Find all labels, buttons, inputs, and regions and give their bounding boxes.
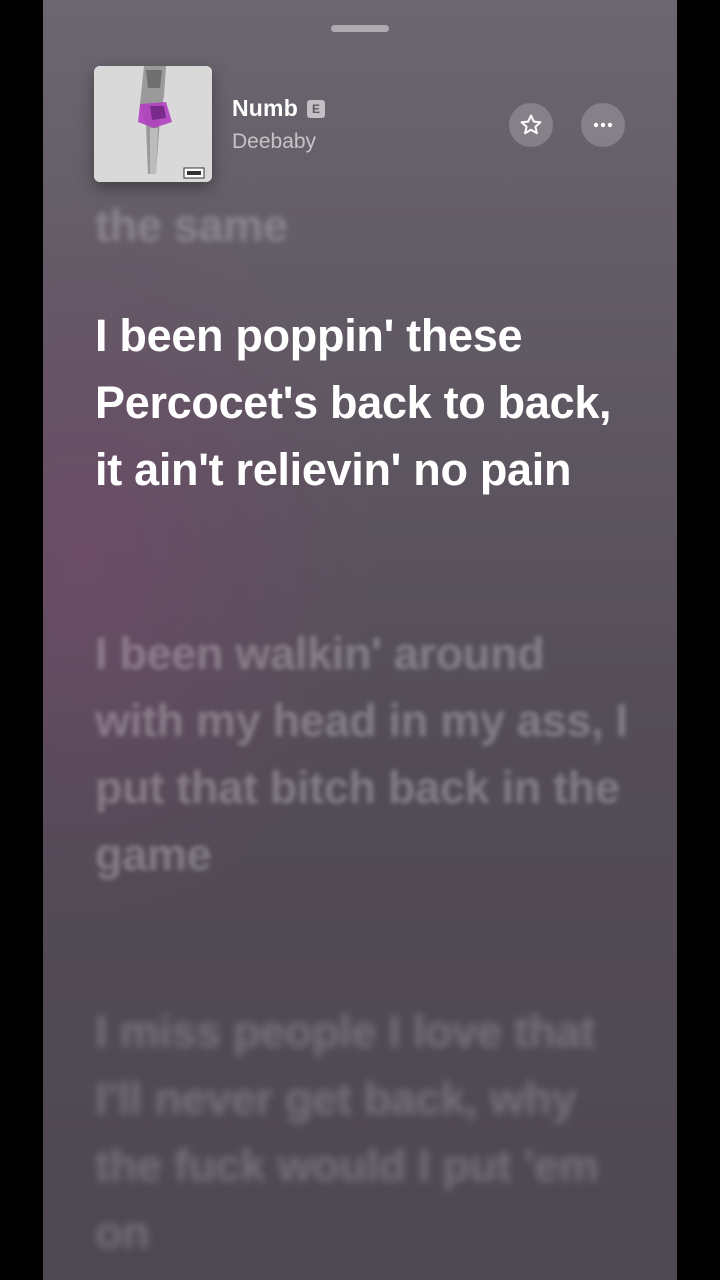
ellipsis-icon <box>593 122 613 128</box>
song-title-row: Numb E <box>232 95 325 122</box>
album-art[interactable] <box>94 66 212 182</box>
lyrics-screen: Numb E Deebaby the same I been poppin' t… <box>43 0 677 1280</box>
favorite-button[interactable] <box>509 103 553 147</box>
star-icon <box>520 114 542 135</box>
lyric-line-later[interactable]: I miss people I love that I'll never get… <box>95 998 645 1266</box>
album-cover-image <box>94 66 212 182</box>
artist-name[interactable]: Deebaby <box>232 130 316 154</box>
lyric-line-previous[interactable]: the same <box>95 192 645 259</box>
lyric-line-next[interactable]: I been walkin' around with my head in my… <box>95 620 645 888</box>
song-title[interactable]: Numb <box>232 95 298 122</box>
explicit-badge: E <box>306 99 325 118</box>
more-options-button[interactable] <box>581 103 625 147</box>
sheet-grabber-handle[interactable] <box>331 25 389 32</box>
lyric-line-current[interactable]: I been poppin' these Percocet's back to … <box>95 302 645 503</box>
